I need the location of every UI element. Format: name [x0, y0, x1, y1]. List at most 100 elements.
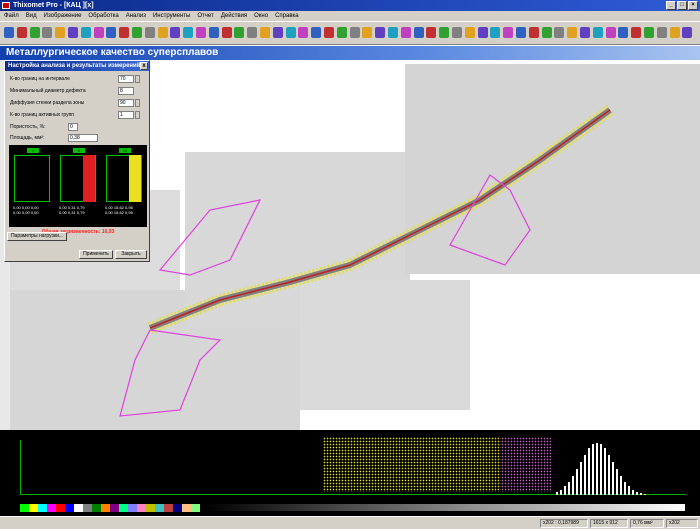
- toolbar-tool-icon[interactable]: [55, 27, 66, 38]
- field-input[interactable]: [118, 75, 134, 83]
- toolbar-tool-icon[interactable]: [452, 27, 462, 38]
- menu-tools[interactable]: Инструменты: [153, 11, 190, 21]
- close-window-button[interactable]: ×: [688, 1, 698, 10]
- toolbar-tool-icon[interactable]: [42, 27, 53, 38]
- palette-swatch[interactable]: [119, 504, 128, 512]
- toolbar-tool-icon[interactable]: [170, 27, 181, 38]
- toolbar-tool-icon[interactable]: [503, 27, 514, 38]
- toolbar-tool-icon[interactable]: [196, 27, 206, 38]
- toolbar-tool-icon[interactable]: [260, 27, 270, 38]
- toolbar-tool-icon[interactable]: [554, 27, 565, 38]
- toolbar-tool-icon[interactable]: [247, 27, 258, 38]
- grayscale-gradient[interactable]: [205, 504, 685, 511]
- palette-swatch[interactable]: [182, 504, 191, 512]
- field-input[interactable]: [118, 87, 134, 95]
- menu-actions[interactable]: Действия: [221, 11, 247, 21]
- toolbar-tool-icon[interactable]: [80, 27, 91, 38]
- toolbar-tool-icon[interactable]: [631, 27, 642, 38]
- toolbar-tool-icon[interactable]: [388, 27, 398, 38]
- toolbar-tool-icon[interactable]: [682, 27, 693, 38]
- toolbar-tool-icon[interactable]: [528, 27, 539, 38]
- field-input[interactable]: [68, 123, 78, 131]
- toolbar-tool-icon[interactable]: [234, 27, 245, 38]
- palette-swatch[interactable]: [155, 504, 164, 512]
- toolbar-tool-icon[interactable]: [592, 27, 603, 38]
- maximize-button[interactable]: □: [677, 1, 687, 10]
- toolbar-tool-icon[interactable]: [285, 27, 296, 38]
- palette-swatch[interactable]: [137, 504, 146, 512]
- toolbar-tool-icon[interactable]: [426, 27, 437, 38]
- spin-icon[interactable]: [135, 75, 140, 83]
- toolbar-tool-icon[interactable]: [272, 27, 283, 38]
- toolbar-tool-icon[interactable]: [68, 27, 78, 38]
- toolbar-tool-icon[interactable]: [221, 27, 232, 38]
- toolbar-tool-icon[interactable]: [669, 27, 680, 38]
- spin-icon[interactable]: [135, 111, 140, 119]
- toolbar-tool-icon[interactable]: [656, 27, 667, 38]
- toolbar-tool-icon[interactable]: [16, 27, 27, 38]
- palette-swatch[interactable]: [47, 504, 56, 512]
- toolbar-tool-icon[interactable]: [541, 27, 552, 38]
- palette-swatch[interactable]: [146, 504, 155, 512]
- palette-swatch[interactable]: [83, 504, 92, 512]
- menu-view[interactable]: Вид: [26, 11, 37, 21]
- load-params-button[interactable]: Параметры нагрузки...: [7, 232, 67, 241]
- toolbar-tool-icon[interactable]: [618, 27, 629, 38]
- toolbar-tool-icon[interactable]: [605, 27, 616, 38]
- toolbar-tool-icon[interactable]: [464, 27, 475, 38]
- palette-swatch[interactable]: [20, 504, 29, 512]
- palette-swatch[interactable]: [56, 504, 65, 512]
- toolbar-tool-icon[interactable]: [516, 27, 526, 38]
- toolbar-tool-icon[interactable]: [132, 27, 142, 38]
- menu-file[interactable]: Файл: [4, 11, 19, 21]
- apply-button[interactable]: Применить: [79, 250, 113, 259]
- dialog-close-icon[interactable]: x: [140, 62, 148, 70]
- field-input[interactable]: [68, 134, 98, 142]
- toolbar-tool-icon[interactable]: [439, 27, 450, 38]
- toolbar-tool-icon[interactable]: [477, 27, 488, 38]
- toolbar-tool-icon[interactable]: [4, 27, 14, 38]
- toolbar-tool-icon[interactable]: [311, 27, 322, 38]
- toolbar-tool-icon[interactable]: [336, 27, 347, 38]
- toolbar-tool-icon[interactable]: [362, 27, 373, 38]
- toolbar-tool-icon[interactable]: [157, 27, 168, 38]
- close-dialog-button[interactable]: Закрыть: [115, 250, 147, 259]
- field-input[interactable]: [118, 99, 134, 107]
- toolbar-tool-icon[interactable]: [375, 27, 386, 38]
- menu-help[interactable]: Справка: [275, 11, 299, 21]
- menu-analysis[interactable]: Анализ: [126, 11, 146, 21]
- toolbar-tool-icon[interactable]: [580, 27, 590, 38]
- palette-swatch[interactable]: [110, 504, 119, 512]
- menu-window[interactable]: Окно: [254, 11, 268, 21]
- toolbar-tool-icon[interactable]: [400, 27, 411, 38]
- palette-swatch[interactable]: [74, 504, 83, 512]
- toolbar-tool-icon[interactable]: [413, 27, 424, 38]
- toolbar-tool-icon[interactable]: [29, 27, 40, 38]
- palette-swatch[interactable]: [29, 504, 38, 512]
- toolbar-tool-icon[interactable]: [490, 27, 501, 38]
- palette-swatch[interactable]: [65, 504, 74, 512]
- toolbar-tool-icon[interactable]: [349, 27, 360, 38]
- palette-swatch[interactable]: [173, 504, 182, 512]
- toolbar-tool-icon[interactable]: [644, 27, 654, 38]
- toolbar-tool-icon[interactable]: [324, 27, 334, 38]
- palette-swatch[interactable]: [128, 504, 137, 512]
- toolbar-tool-icon[interactable]: [119, 27, 130, 38]
- histogram-range-pink[interactable]: [501, 437, 551, 492]
- histogram-range-yellow[interactable]: [323, 437, 501, 492]
- palette-swatch[interactable]: [92, 504, 101, 512]
- field-input[interactable]: [118, 111, 134, 119]
- palette-swatch[interactable]: [191, 504, 200, 512]
- toolbar-tool-icon[interactable]: [144, 27, 155, 38]
- toolbar-tool-icon[interactable]: [106, 27, 117, 38]
- toolbar-tool-icon[interactable]: [93, 27, 104, 38]
- spin-icon[interactable]: [135, 99, 140, 107]
- palette-swatch[interactable]: [101, 504, 110, 512]
- menu-processing[interactable]: Обработка: [88, 11, 118, 21]
- palette-swatch[interactable]: [164, 504, 173, 512]
- toolbar-tool-icon[interactable]: [183, 27, 194, 38]
- toolbar-tool-icon[interactable]: [298, 27, 309, 38]
- toolbar-tool-icon[interactable]: [567, 27, 578, 38]
- minimize-button[interactable]: _: [666, 1, 676, 10]
- menu-image[interactable]: Изображение: [44, 11, 82, 21]
